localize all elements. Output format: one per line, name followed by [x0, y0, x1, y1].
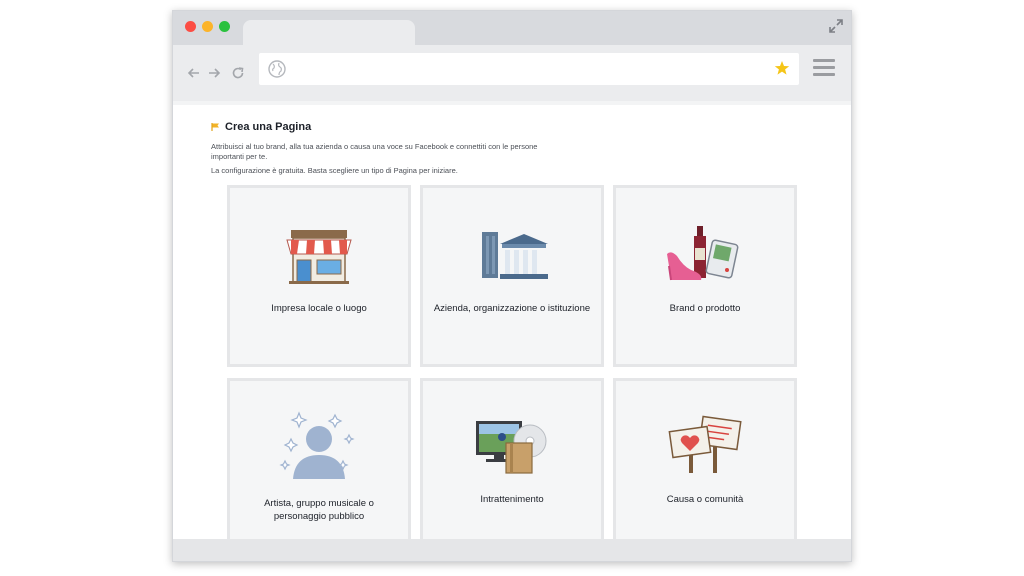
company-building-icon [482, 232, 548, 279]
brand-product-icon [667, 226, 739, 281]
browser-window: Crea una Pagina Attribuisci al tuo brand… [172, 10, 852, 562]
maximize-window-button[interactable] [219, 21, 230, 32]
category-label: Brand o prodotto [669, 303, 741, 314]
minimize-window-button[interactable] [202, 21, 213, 32]
public-figure-icon [279, 411, 355, 479]
hamburger-menu-icon[interactable] [813, 59, 835, 77]
globe-icon [268, 60, 286, 78]
category-card-local-business[interactable]: Impresa locale o luogo [227, 185, 411, 367]
storefront-icon [286, 230, 352, 284]
category-card-entertainment[interactable]: Intrattenimento [420, 378, 604, 560]
category-card-brand[interactable]: Brand o prodotto [613, 185, 797, 367]
address-bar[interactable] [259, 53, 799, 85]
category-card-public-figure[interactable]: Artista, gruppo musicale o personaggio p… [227, 378, 411, 560]
category-label: Impresa locale o luogo [271, 303, 367, 314]
browser-toolbar [173, 45, 851, 101]
category-label: Azienda, organizzazione o istituzione [433, 303, 591, 314]
reload-icon[interactable] [231, 66, 245, 80]
category-card-cause[interactable]: Causa o comunità [613, 378, 797, 560]
page-description: Attribuisci al tuo brand, alla tua azien… [211, 142, 538, 161]
category-label: Artista, gruppo musicale o personaggio p… [264, 498, 374, 522]
category-grid: Impresa locale o luogo Azienda, organizz… [227, 185, 797, 560]
close-window-button[interactable] [185, 21, 196, 32]
back-arrow-icon[interactable] [187, 66, 201, 80]
browser-tab[interactable] [243, 20, 415, 46]
title-bar [173, 11, 851, 46]
page-header: Crea una Pagina Attribuisci al tuo brand… [211, 121, 631, 176]
page-title: Crea una Pagina [225, 121, 312, 133]
forward-arrow-icon[interactable] [207, 66, 221, 80]
category-card-company[interactable]: Azienda, organizzazione o istituzione [420, 185, 604, 367]
category-label: Intrattenimento [480, 494, 544, 505]
browser-bottom-bar [173, 539, 851, 561]
page-subdescription: La configurazione è gratuita. Basta sceg… [211, 166, 458, 175]
entertainment-icon [476, 421, 547, 474]
cause-community-icon [668, 415, 742, 473]
bookmark-star-icon[interactable] [774, 60, 790, 76]
flag-icon [211, 123, 219, 131]
expand-icon[interactable] [829, 19, 843, 33]
page-content: Crea una Pagina Attribuisci al tuo brand… [173, 101, 851, 560]
category-label: Causa o comunità [666, 494, 744, 505]
